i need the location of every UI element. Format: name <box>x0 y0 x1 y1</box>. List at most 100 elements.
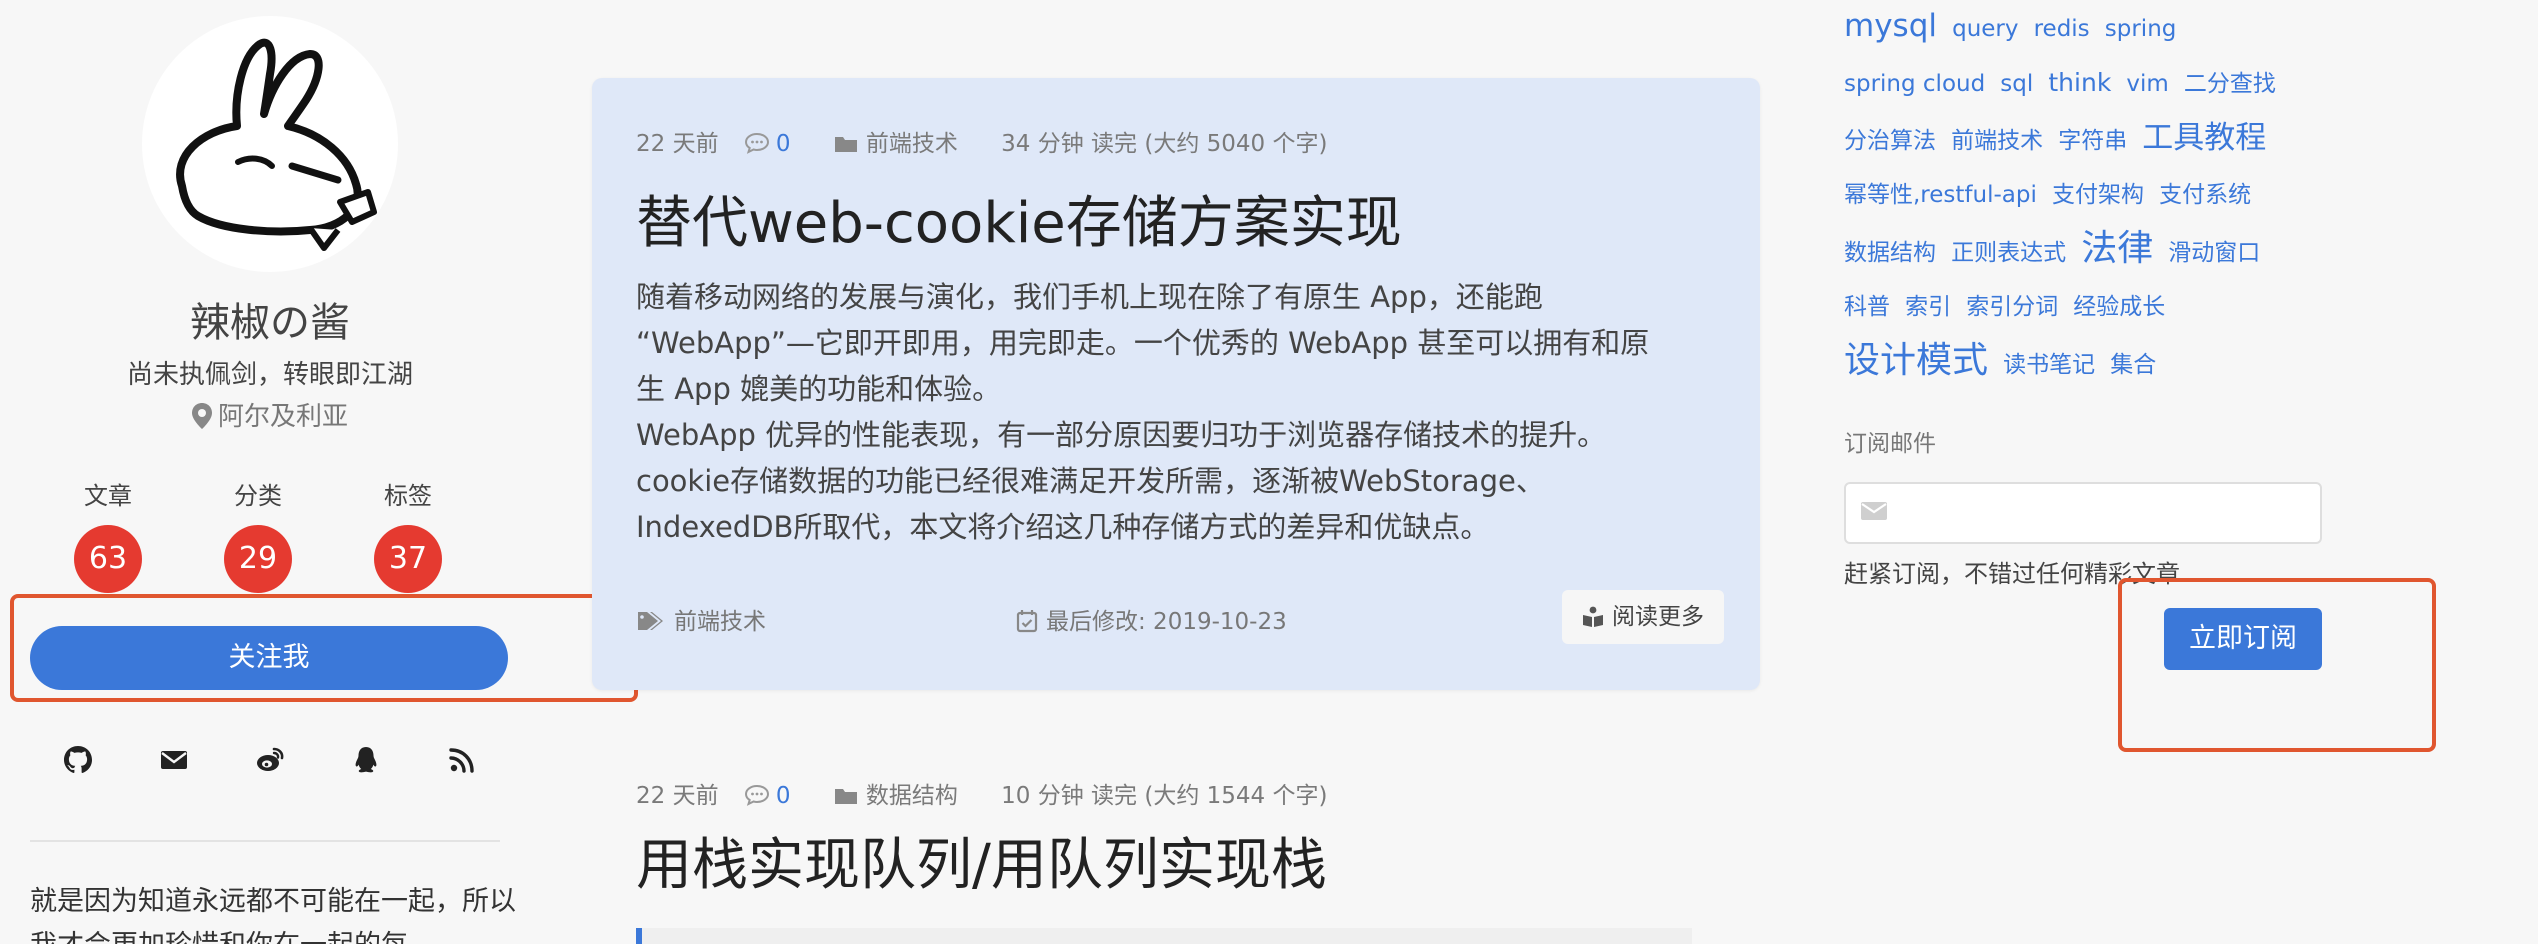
post-category-label: 数据结构 <box>865 783 958 809</box>
stat-count-badge: 63 <box>74 525 142 593</box>
read-more-button[interactable]: 阅读更多 <box>1562 590 1724 644</box>
comment-icon <box>744 132 770 160</box>
stat-categories[interactable]: 分类 29 <box>198 476 318 593</box>
post-title[interactable]: 替代web-cookie存储方案实现 <box>636 178 1402 259</box>
tag-cloud-item[interactable]: 工具教程 <box>2142 120 2266 156</box>
post-category[interactable]: 前端技术 <box>834 131 976 157</box>
excerpt-line: 随着移动网络的发展与演化，我们手机上现在除了有原生 App，还能跑 <box>636 280 1543 314</box>
tag-cloud-item[interactable]: 字符串 <box>2058 128 2127 154</box>
tag-cloud-item[interactable]: 索引分词 <box>1966 294 2058 320</box>
stat-label: 文章 <box>84 482 132 510</box>
excerpt-line: IndexedDB所取代，本文将介绍这几种存储方式的差异和优缺点。 <box>636 510 1490 544</box>
social-links <box>40 740 500 784</box>
profile-stats: 文章 63 分类 29 标签 37 <box>30 476 490 593</box>
folder-icon <box>834 786 860 812</box>
tag-icon <box>636 609 666 639</box>
tag-cloud-item[interactable]: 读书笔记 <box>2003 352 2095 378</box>
email-input[interactable] <box>1906 492 2310 536</box>
tag-cloud-item[interactable]: 分治算法 <box>1844 128 1936 154</box>
comment-icon <box>744 784 770 812</box>
author-motto: 尚未执佩剑，转眼即江湖 <box>126 360 413 390</box>
blog-page: 辣椒の酱 尚未执佩剑，转眼即江湖 阿尔及利亚 文章 63 分类 29 标签 37… <box>0 0 2538 944</box>
read-more-label: 阅读更多 <box>1612 604 1704 630</box>
subscribe-button[interactable]: 立即订阅 <box>2164 608 2322 670</box>
tag-cloud-item[interactable]: think <box>2048 68 2111 97</box>
excerpt-line: cookie存储数据的功能已经很难满足开发所需，逐渐被WebStorage、 <box>636 464 1545 498</box>
excerpt-line: 生 App 媲美的功能和体验。 <box>636 372 1002 406</box>
post-blockquote <box>636 928 1692 944</box>
post-tag[interactable]: 前端技术 <box>636 602 766 639</box>
tag-cloud-item[interactable]: 索引 <box>1905 294 1951 320</box>
rss-icon[interactable] <box>442 740 482 780</box>
tag-cloud-item[interactable]: 设计模式 <box>1844 340 1988 381</box>
post-modified-label: 最后修改: 2019-10-23 <box>1046 609 1287 635</box>
excerpt-line: WebApp 优异的性能表现，有一部分原因要归功于浏览器存储技术的提升。 <box>636 418 1607 452</box>
profile-divider <box>30 840 500 842</box>
subscribe-title: 订阅邮件 <box>1844 431 1936 457</box>
envelope-icon <box>1860 500 1888 526</box>
tag-cloud: mysql query redis spring spring cloud sq… <box>1844 0 2314 393</box>
email-icon[interactable] <box>154 740 194 780</box>
excerpt-line: “WebApp”—它即开即用，用完即走。一个优秀的 WebApp 甚至可以拥有和… <box>636 326 1650 360</box>
email-field[interactable] <box>1844 482 2322 544</box>
stat-label: 分类 <box>234 482 282 510</box>
avatar <box>142 16 398 272</box>
tag-cloud-item[interactable]: 集合 <box>2110 352 2156 378</box>
stat-tags[interactable]: 标签 37 <box>348 476 468 593</box>
post-tag-label: 前端技术 <box>674 609 766 635</box>
author-location: 阿尔及利亚 <box>0 396 540 436</box>
post-read-time: 34 分钟 读完 (大约 5040 个字) <box>1001 131 1328 157</box>
stat-articles[interactable]: 文章 63 <box>48 476 168 593</box>
stat-label: 标签 <box>384 482 432 510</box>
post-card: 22 天前 0 数据结构 10 分钟 读完 (大约 1544 个字) 用栈实现队… <box>592 730 1760 944</box>
tag-cloud-item[interactable]: spring cloud <box>1844 71 1985 97</box>
tag-cloud-item[interactable]: spring <box>2105 16 2177 42</box>
stat-count-badge: 37 <box>374 525 442 593</box>
github-icon[interactable] <box>58 740 98 780</box>
tag-cloud-item[interactable]: 数据结构 <box>1844 240 1936 266</box>
tag-cloud-item[interactable]: vim <box>2126 71 2168 97</box>
post-footer: 前端技术 最后修改: 2019-10-23 阅读更多 <box>636 590 1724 646</box>
tag-cloud-item[interactable]: 科普 <box>1844 294 1890 320</box>
tag-cloud-item[interactable]: 滑动窗口 <box>2168 240 2260 266</box>
follow-highlight-box <box>10 594 638 702</box>
comment-count: 0 <box>775 783 791 809</box>
tag-cloud-item[interactable]: 前端技术 <box>1951 128 2043 154</box>
tag-cloud-item[interactable]: 经验成长 <box>2073 294 2165 320</box>
rabbit-avatar-icon <box>176 38 377 251</box>
location-pin-icon <box>191 403 212 436</box>
post-meta: 22 天前 0 数据结构 10 分钟 读完 (大约 1544 个字) <box>636 776 1345 812</box>
weibo-icon[interactable] <box>250 740 290 780</box>
post-category[interactable]: 数据结构 <box>834 783 976 809</box>
post-category-label: 前端技术 <box>865 131 958 157</box>
post-comments[interactable]: 0 <box>744 783 809 809</box>
profile-quote: 就是因为知道永远都不可能在一起，所以我才会更加珍惜和你在一起的每 <box>30 886 516 944</box>
tag-cloud-item[interactable]: query <box>1952 16 2018 42</box>
book-reader-icon <box>1582 594 1604 648</box>
qq-icon[interactable] <box>346 740 386 780</box>
post-excerpt: 随着移动网络的发展与演化，我们手机上现在除了有原生 App，还能跑 “WebAp… <box>636 274 1706 550</box>
post-time: 22 天前 <box>636 131 719 157</box>
tag-cloud-item[interactable]: 正则表达式 <box>1951 240 2066 266</box>
post-modified: 最后修改: 2019-10-23 <box>1016 602 1287 639</box>
post-comments[interactable]: 0 <box>744 131 809 157</box>
comment-count: 0 <box>775 131 791 157</box>
tag-cloud-item[interactable]: 法律 <box>2081 228 2153 269</box>
post-card: 22 天前 0 前端技术 34 分钟 读完 (大约 5040 个字) 替代web… <box>592 78 1760 690</box>
tag-cloud-item[interactable]: 支付架构 <box>2052 182 2144 208</box>
author-name: 辣椒の酱 <box>190 300 350 346</box>
tag-cloud-item[interactable]: 支付系统 <box>2159 182 2251 208</box>
tag-cloud-item[interactable]: redis <box>2034 16 2090 42</box>
profile-card: 辣椒の酱 尚未执佩剑，转眼即江湖 阿尔及利亚 文章 63 分类 29 标签 37… <box>0 0 540 944</box>
tag-cloud-item[interactable]: 幂等性,restful-api <box>1844 182 2037 208</box>
tag-cloud-item[interactable]: sql <box>2000 71 2033 97</box>
location-text: 阿尔及利亚 <box>217 402 348 432</box>
post-read-time: 10 分钟 读完 (大约 1544 个字) <box>1001 783 1328 809</box>
tag-cloud-item[interactable]: mysql <box>1844 8 1937 44</box>
tag-cloud-item[interactable]: 二分查找 <box>2184 71 2276 97</box>
post-time: 22 天前 <box>636 783 719 809</box>
post-title[interactable]: 用栈实现队列/用队列实现栈 <box>636 820 1327 901</box>
post-meta: 22 天前 0 前端技术 34 分钟 读完 (大约 5040 个字) <box>636 124 1345 160</box>
stat-count-badge: 29 <box>224 525 292 593</box>
calendar-check-icon <box>1016 609 1038 639</box>
